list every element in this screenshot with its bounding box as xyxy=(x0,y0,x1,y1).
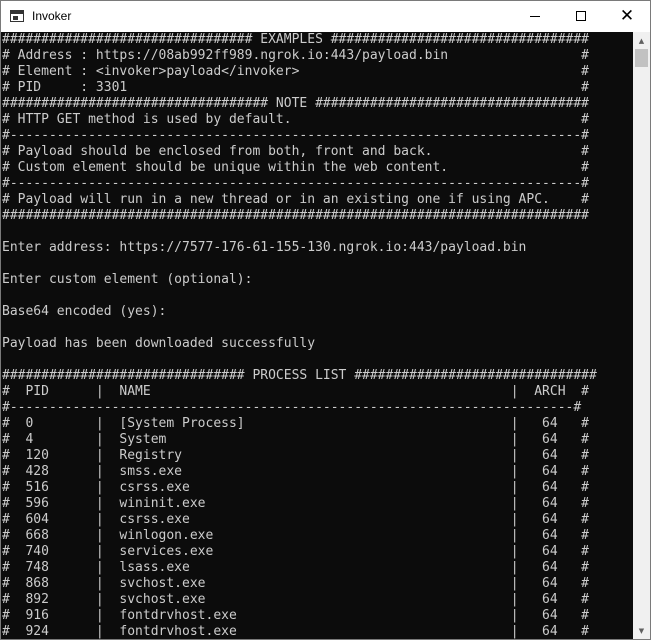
console-line: # 604 | csrss.exe | 64 # xyxy=(2,512,589,527)
console-line: # Address : https://08ab992ff989.ngrok.i… xyxy=(2,48,589,63)
window-title: Invoker xyxy=(32,9,72,23)
console-line: ################################## NOTE … xyxy=(2,96,589,111)
console-line: # 120 | Registry | 64 # xyxy=(2,448,589,463)
close-icon: ✕ xyxy=(619,5,635,26)
console-line: # 428 | smss.exe | 64 # xyxy=(2,464,589,479)
maximize-icon xyxy=(576,11,586,21)
close-button[interactable]: ✕ xyxy=(604,1,650,31)
console-line: ########################################… xyxy=(2,208,589,223)
console-line: # PID : 3301 # xyxy=(2,80,589,95)
console-line: # 516 | csrss.exe | 64 # xyxy=(2,480,589,495)
console-line: # 868 | svchost.exe | 64 # xyxy=(2,576,589,591)
console-line: # HTTP GET method is used by default. # xyxy=(2,112,589,127)
console-line: # Element : <invoker>payload</invoker> # xyxy=(2,64,589,79)
console-line: # 740 | services.exe | 64 # xyxy=(2,544,589,559)
console-line: # 916 | fontdrvhost.exe | 64 # xyxy=(2,608,589,623)
console-line: # 748 | lsass.exe | 64 # xyxy=(2,560,589,575)
console-window: Invoker ✕ ##############################… xyxy=(0,0,651,640)
console-line: Enter custom element (optional): xyxy=(2,272,253,287)
console-line: # 668 | winlogon.exe | 64 # xyxy=(2,528,589,543)
console-line: # Payload should be enclosed from both, … xyxy=(2,144,589,159)
console-line: ############################### PROCESS … xyxy=(2,368,597,383)
arrow-down-icon: ▼ xyxy=(638,626,645,635)
minimize-icon xyxy=(530,15,540,17)
console-app-icon xyxy=(10,10,24,22)
console-line: #---------------------------------------… xyxy=(2,128,589,143)
console-line: # PID | NAME | ARCH # xyxy=(2,384,589,399)
console-text: ################################ EXAMPLE… xyxy=(1,32,633,639)
console-line: # Payload will run in a new thread or in… xyxy=(2,192,589,207)
minimize-button[interactable] xyxy=(512,1,558,31)
console-line: #---------------------------------------… xyxy=(2,400,582,415)
console-line: ################################ EXAMPLE… xyxy=(2,32,589,47)
console-line: Enter address: https://7577-176-61-155-1… xyxy=(2,240,527,255)
console-line: # 0 | [System Process] | 64 # xyxy=(2,416,589,431)
console-line: # Custom element should be unique within… xyxy=(2,160,589,175)
console-line: # 924 | fontdrvhost.exe | 64 # xyxy=(2,624,589,639)
scrollbar-thumb[interactable] xyxy=(635,49,648,67)
title-bar[interactable]: Invoker ✕ xyxy=(1,1,650,31)
console-line: #---------------------------------------… xyxy=(2,176,589,191)
scroll-up-button[interactable]: ▲ xyxy=(633,32,650,49)
console-output[interactable]: ################################ EXAMPLE… xyxy=(1,32,633,639)
console-line: # 4 | System | 64 # xyxy=(2,432,589,447)
console-line: Payload has been downloaded successfully xyxy=(2,336,316,351)
scroll-down-button[interactable]: ▼ xyxy=(633,622,650,639)
maximize-button[interactable] xyxy=(558,1,604,31)
console-line: # 892 | svchost.exe | 64 # xyxy=(2,592,589,607)
console-line: Base64 encoded (yes): xyxy=(2,304,167,319)
caption-buttons: ✕ xyxy=(512,1,650,31)
console-line: # 596 | wininit.exe | 64 # xyxy=(2,496,589,511)
vertical-scrollbar[interactable]: ▲ ▼ xyxy=(633,32,650,639)
arrow-up-icon: ▲ xyxy=(638,36,645,45)
